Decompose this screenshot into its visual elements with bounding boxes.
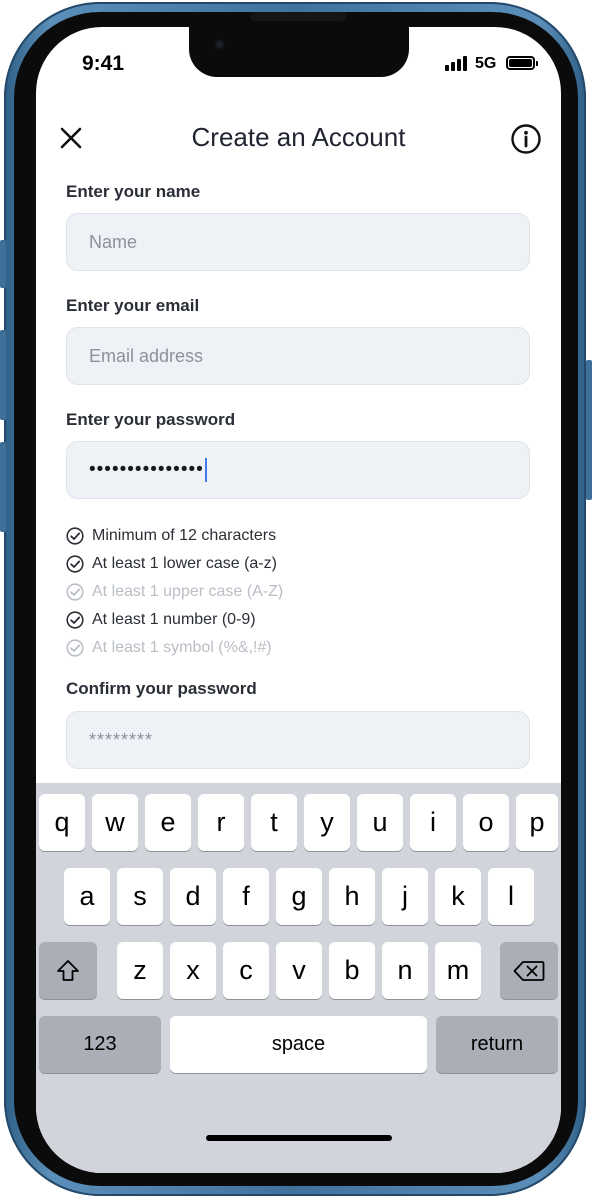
space-key[interactable]: space	[170, 1016, 427, 1073]
email-field-container	[66, 327, 530, 385]
key-k[interactable]: k	[435, 868, 481, 925]
return-key[interactable]: return	[436, 1016, 558, 1073]
key-a[interactable]: a	[64, 868, 110, 925]
name-field-container	[66, 213, 530, 271]
info-icon	[511, 124, 541, 154]
text-cursor	[204, 458, 207, 482]
shift-icon	[57, 959, 79, 981]
battery-icon	[506, 56, 538, 70]
name-input[interactable]	[89, 231, 507, 253]
requirement-item: At least 1 number (0-9)	[66, 606, 283, 634]
key-n[interactable]: n	[382, 942, 428, 999]
key-j[interactable]: j	[382, 868, 428, 925]
info-button[interactable]	[510, 123, 542, 155]
key-f[interactable]: f	[223, 868, 269, 925]
check-circle-icon	[66, 611, 84, 629]
check-circle-icon	[66, 639, 84, 657]
requirement-text: At least 1 lower case (a-z)	[92, 555, 277, 572]
screen: 9:41 5G Create an Account Enter your nam…	[36, 27, 561, 1173]
key-d[interactable]: d	[170, 868, 216, 925]
camera-lens	[214, 39, 225, 50]
key-g[interactable]: g	[276, 868, 322, 925]
silent-switch	[0, 240, 6, 288]
check-circle-icon	[66, 583, 84, 601]
key-o[interactable]: o	[463, 794, 509, 851]
backspace-icon	[513, 960, 545, 981]
numbers-key[interactable]: 123	[39, 1016, 161, 1073]
key-p[interactable]: p	[516, 794, 558, 851]
volume-down-button	[0, 442, 6, 532]
key-q[interactable]: q	[39, 794, 85, 851]
key-v[interactable]: v	[276, 942, 322, 999]
name-label: Enter your name	[66, 182, 201, 201]
key-e[interactable]: e	[145, 794, 191, 851]
requirement-item: At least 1 lower case (a-z)	[66, 550, 283, 578]
key-h[interactable]: h	[329, 868, 375, 925]
network-type: 5G	[475, 55, 497, 72]
password-input[interactable]: •••••••••••••••	[66, 441, 530, 499]
keyboard: q w e r t y u i o p a s d f g h j k l z …	[36, 783, 561, 1173]
delete-key[interactable]	[500, 942, 558, 999]
power-button	[586, 360, 592, 500]
key-r[interactable]: r	[198, 794, 244, 851]
confirm-password-input[interactable]: ********	[66, 711, 530, 769]
volume-up-button	[0, 330, 6, 420]
key-y[interactable]: y	[304, 794, 350, 851]
notch	[189, 27, 409, 77]
requirement-text: At least 1 number (0-9)	[92, 611, 256, 628]
status-time: 9:41	[82, 52, 125, 75]
key-w[interactable]: w	[92, 794, 138, 851]
page-title: Create an Account	[191, 122, 406, 152]
key-t[interactable]: t	[251, 794, 297, 851]
key-b[interactable]: b	[329, 942, 375, 999]
key-c[interactable]: c	[223, 942, 269, 999]
requirement-item: At least 1 symbol (%&,!#)	[66, 634, 283, 662]
key-x[interactable]: x	[170, 942, 216, 999]
speaker-grille	[250, 12, 346, 21]
home-indicator[interactable]	[206, 1135, 392, 1141]
key-s[interactable]: s	[117, 868, 163, 925]
key-m[interactable]: m	[435, 942, 481, 999]
confirm-password-label: Confirm your password	[66, 679, 257, 698]
requirement-item: At least 1 upper case (A-Z)	[66, 578, 283, 606]
check-circle-icon	[66, 527, 84, 545]
password-requirements: Minimum of 12 characters At least 1 lowe…	[66, 522, 283, 662]
check-circle-icon	[66, 555, 84, 573]
requirement-text: At least 1 symbol (%&,!#)	[92, 639, 272, 656]
key-i[interactable]: i	[410, 794, 456, 851]
email-input[interactable]	[89, 345, 507, 367]
key-u[interactable]: u	[357, 794, 403, 851]
email-label: Enter your email	[66, 296, 200, 315]
requirement-item: Minimum of 12 characters	[66, 522, 283, 550]
password-value: •••••••••••••••	[89, 459, 204, 480]
requirement-text: Minimum of 12 characters	[92, 527, 277, 544]
key-l[interactable]: l	[488, 868, 534, 925]
shift-key[interactable]	[39, 942, 97, 999]
cellular-signal-icon	[445, 56, 469, 71]
password-label: Enter your password	[66, 410, 236, 429]
key-z[interactable]: z	[117, 942, 163, 999]
confirm-password-placeholder: ********	[89, 729, 154, 750]
requirement-text: At least 1 upper case (A-Z)	[92, 583, 284, 600]
